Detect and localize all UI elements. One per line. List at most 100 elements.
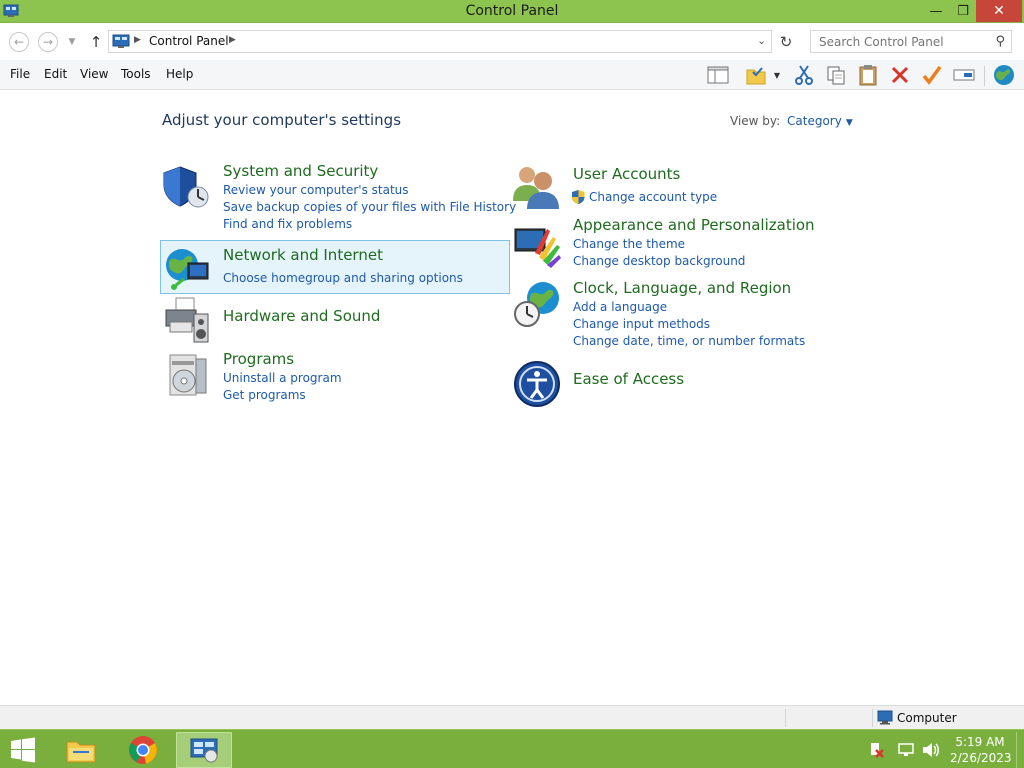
link-change-input-methods[interactable]: Change input methods [573, 317, 710, 331]
link-homegroup-sharing[interactable]: Choose homegroup and sharing options [223, 271, 463, 285]
menu-file[interactable]: File [10, 67, 30, 81]
category-title-network-and-internet[interactable]: Network and Internet [223, 246, 383, 264]
properties-button[interactable] [744, 63, 768, 87]
delete-x-icon [891, 66, 909, 84]
recent-locations-button[interactable]: ▼ [66, 32, 78, 52]
up-button[interactable]: ↑ [86, 32, 106, 52]
volume-icon[interactable] [922, 742, 940, 761]
clock-time: 5:19 AM [955, 735, 1005, 749]
close-button[interactable]: ✕ [976, 0, 1022, 22]
link-change-account-type[interactable]: Change account type [589, 190, 717, 204]
arrow-up-icon: ↑ [89, 33, 103, 51]
menu-tools[interactable]: Tools [121, 67, 151, 81]
category-title-appearance-and-personalization[interactable]: Appearance and Personalization [573, 216, 815, 234]
link-change-theme[interactable]: Change the theme [573, 237, 685, 251]
clipboard-icon [859, 65, 877, 86]
menu-bar: File Edit View Tools Help ▼ [0, 60, 1024, 90]
category-title-programs[interactable]: Programs [223, 350, 294, 368]
network-icon[interactable] [898, 742, 914, 761]
properties-dropdown[interactable]: ▼ [770, 63, 784, 87]
menu-edit[interactable]: Edit [44, 67, 67, 81]
ease-of-access-icon [514, 361, 560, 407]
status-divider [785, 709, 786, 727]
arrow-left-icon: ← [13, 35, 25, 49]
action-center-icon[interactable] [868, 742, 884, 761]
status-location: Computer [897, 711, 957, 725]
taskbar-clock[interactable]: 5:19 AM 2/26/2023 [950, 734, 1012, 766]
control-panel-icon [112, 34, 130, 48]
breadcrumb-separator-icon[interactable]: ▶ [134, 35, 141, 45]
rename-button[interactable] [952, 63, 976, 87]
delete-button[interactable] [888, 63, 912, 87]
link-file-history[interactable]: Save backup copies of your files with Fi… [223, 200, 516, 214]
network-globe-icon [166, 249, 209, 290]
clock-date: 2/26/2023 [950, 751, 1012, 765]
folder-icon [66, 741, 96, 763]
menu-view[interactable]: View [80, 67, 108, 81]
printer-icon [165, 297, 209, 343]
page-title: Adjust your computer's settings [162, 111, 402, 129]
taskbar-control-panel[interactable] [176, 732, 232, 768]
checkmark-icon [922, 65, 942, 85]
category-title-system-and-security[interactable]: System and Security [223, 162, 378, 180]
maximize-button[interactable]: ❐ [950, 0, 976, 22]
breadcrumb-separator-icon[interactable]: ▶ [229, 35, 236, 45]
link-get-programs[interactable]: Get programs [223, 388, 306, 402]
rename-icon [953, 69, 975, 81]
category-title-hardware-and-sound[interactable]: Hardware and Sound [223, 307, 380, 325]
paste-button[interactable] [856, 63, 880, 87]
toolbar-divider [984, 66, 985, 86]
chevron-down-icon: ▼ [68, 37, 76, 47]
view-by-value: Category [787, 114, 842, 128]
windows-logo-icon [11, 737, 35, 763]
view-by-label: View by: [730, 114, 781, 128]
link-review-status[interactable]: Review your computer's status [223, 183, 409, 197]
address-bar[interactable]: ▶ Control Panel ▶ ⌄ [108, 30, 772, 53]
control-panel-icon [190, 738, 218, 763]
category-title-ease-of-access[interactable]: Ease of Access [573, 370, 684, 388]
arrow-right-icon: → [42, 35, 54, 49]
link-find-fix-problems[interactable]: Find and fix problems [223, 217, 352, 231]
taskbar-chrome[interactable] [120, 732, 166, 768]
address-dropdown-icon[interactable]: ⌄ [757, 34, 766, 47]
taskbar: 5:19 AM 2/26/2023 [0, 729, 1024, 768]
back-button[interactable]: ← [9, 32, 29, 52]
folder-check-icon [746, 67, 766, 85]
users-icon [513, 167, 559, 209]
taskbar-file-explorer[interactable] [58, 732, 104, 768]
cut-button[interactable] [792, 63, 816, 87]
status-divider [872, 709, 873, 727]
monitor-paint-icon [514, 228, 561, 268]
category-title-clock-language-region[interactable]: Clock, Language, and Region [573, 279, 791, 297]
category-title-user-accounts[interactable]: User Accounts [573, 165, 680, 183]
show-desktop-button[interactable] [1016, 732, 1024, 768]
scissors-icon [795, 65, 813, 85]
title-bar: Control Panel — ❐ ✕ [0, 0, 1024, 23]
preview-pane-button[interactable] [706, 63, 730, 87]
address-row: ← → ▼ ↑ ▶ Control Panel ▶ ⌄ ↻ ⚲ [0, 23, 1024, 60]
clock-globe-icon [514, 282, 559, 327]
programs-icon [169, 354, 207, 396]
copy-button[interactable] [824, 63, 848, 87]
link-uninstall-program[interactable]: Uninstall a program [223, 371, 342, 385]
search-icon[interactable]: ⚲ [995, 34, 1005, 49]
menu-help[interactable]: Help [166, 67, 193, 81]
search-input[interactable] [817, 34, 987, 50]
breadcrumb-control-panel[interactable]: Control Panel [149, 34, 229, 48]
uac-shield-icon [572, 190, 585, 204]
link-change-desktop-background[interactable]: Change desktop background [573, 254, 745, 268]
status-bar: Computer [0, 705, 1024, 729]
preview-pane-icon [707, 66, 729, 84]
minimize-button[interactable]: — [922, 0, 950, 22]
select-button[interactable] [920, 63, 944, 87]
start-button[interactable] [0, 732, 46, 768]
link-change-date-time-formats[interactable]: Change date, time, or number formats [573, 334, 805, 348]
link-add-language[interactable]: Add a language [573, 300, 667, 314]
refresh-button[interactable]: ↻ [775, 31, 797, 53]
view-by-dropdown[interactable]: Category ▼ [787, 114, 853, 128]
search-box[interactable]: ⚲ [810, 30, 1012, 53]
internet-button[interactable] [990, 63, 1018, 87]
chrome-icon [129, 736, 157, 764]
forward-button[interactable]: → [38, 32, 58, 52]
chevron-down-icon: ▼ [845, 118, 853, 128]
